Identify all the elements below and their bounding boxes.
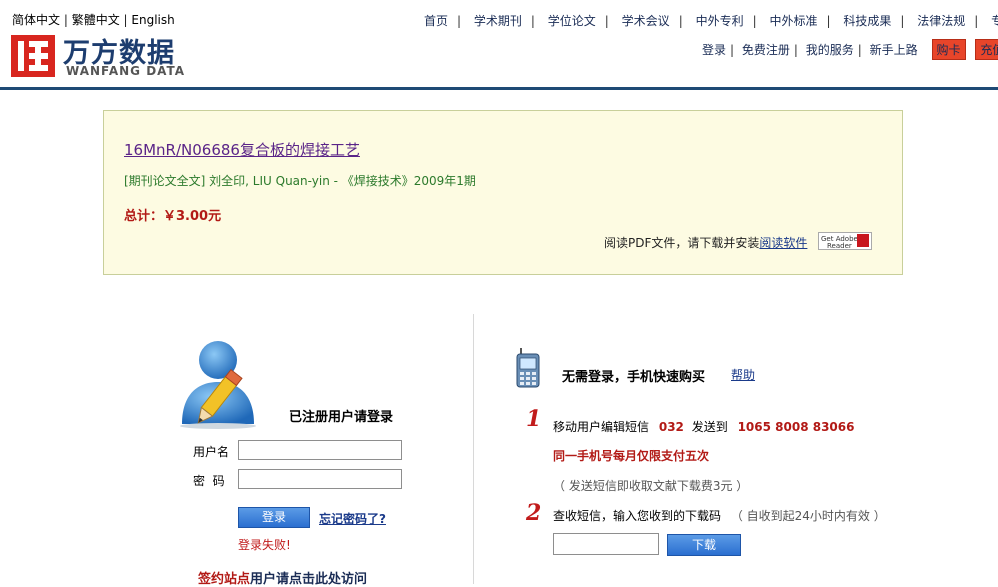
buy-card-button[interactable]: 购卡	[931, 39, 966, 60]
nav-conferences[interactable]: 学术会议	[622, 14, 670, 28]
login-heading: 已注册用户请登录	[289, 410, 394, 425]
nav-theses[interactable]: 学位论文	[548, 14, 596, 28]
nav-laws[interactable]: 法律法规	[917, 14, 965, 28]
wanfang-logo[interactable]: 万方数据 WANFANG DATA	[11, 33, 196, 81]
password-label: 密 码	[193, 474, 225, 488]
logo-english-text: WANFANG DATA	[66, 64, 186, 78]
column-divider	[473, 314, 474, 584]
lang-traditional[interactable]: 繁體中文	[72, 13, 120, 27]
login-button[interactable]: 登录	[238, 507, 310, 528]
header-divider	[0, 87, 998, 90]
download-code-input[interactable]	[553, 533, 659, 555]
step-1-number: 1	[526, 406, 542, 432]
username-input[interactable]	[238, 440, 402, 460]
article-meta: [期刊论文全文] 刘全印, LIU Quan-yin - 《焊接技术》2009年…	[124, 174, 476, 188]
order-summary-box: 16MnR/N06686复合板的焊接工艺 [期刊论文全文] 刘全印, LIU Q…	[103, 110, 903, 275]
nav-home[interactable]: 首页	[424, 14, 448, 28]
pdf-reader-hint: 阅读PDF文件，请下载并安装阅读软件	[604, 234, 807, 251]
sms-phone-number: 1065 8008 83066	[737, 420, 855, 434]
step-1-text-a: 移动用户编辑短信	[553, 420, 650, 434]
lang-simplified[interactable]: 简体中文	[12, 13, 60, 27]
nav-topics[interactable]: 专题	[991, 14, 998, 28]
help-link[interactable]: 帮助	[731, 366, 755, 383]
login-link[interactable]: 登录	[702, 43, 726, 57]
nav-patents[interactable]: 中外专利	[696, 14, 744, 28]
sms-code: 032	[658, 420, 684, 434]
recharge-button[interactable]: 充值	[975, 39, 998, 60]
language-bar: 简体中文 | 繁體中文 | English	[12, 11, 175, 28]
step-2-number: 2	[526, 500, 542, 526]
nav-journals[interactable]: 学术期刊	[474, 14, 522, 28]
mobile-phone-icon	[516, 348, 540, 388]
step-2-text: 查收短信，输入您收到的下载码	[553, 509, 722, 523]
sms-fee-note: （ 发送短信即收取文献下载费3元 ）	[553, 479, 749, 493]
step-2-instruction: 查收短信，输入您收到的下载码 （ 自收到起24小时内有效 ）	[553, 507, 886, 524]
user-pencil-icon	[180, 341, 256, 429]
password-input[interactable]	[238, 469, 402, 489]
contract-site-rest-text: 用户请点击此处访问	[250, 572, 368, 587]
user-navigation: 登录| 免费注册| 我的服务| 新手上路 购卡 充值	[702, 39, 998, 60]
adobe-badge-line2: Reader	[827, 242, 852, 250]
step-1-instruction: 移动用户编辑短信 032 发送到 1065 8008 83066	[553, 418, 854, 435]
reader-software-link[interactable]: 阅读软件	[759, 236, 807, 250]
separator: |	[63, 13, 72, 27]
order-total: 总计：￥3.00元	[124, 209, 222, 224]
username-label: 用户名	[193, 445, 230, 459]
adobe-logo-icon	[857, 234, 869, 247]
article-title-link[interactable]: 16MnR/N06686复合板的焊接工艺	[124, 139, 360, 160]
register-link[interactable]: 免费注册	[742, 43, 790, 57]
sms-purchase-heading: 无需登录，手机快速购买	[562, 370, 706, 385]
step-1-text-b: 发送到	[691, 420, 728, 434]
step-2-validity-note: （ 自收到起24小时内有效 ）	[730, 509, 886, 523]
login-fail-message: 登录失败!	[238, 538, 291, 552]
contract-site-red-text: 签约站点	[198, 572, 251, 587]
contract-site-link[interactable]: 签约站点用户请点击此处访问	[198, 568, 367, 587]
nav-standards[interactable]: 中外标准	[769, 14, 817, 28]
top-navigation: 首页 | 学术期刊 | 学位论文 | 学术会议 | 中外专利 | 中外标准 | 科技成果 | …	[424, 12, 998, 29]
pdf-hint-text: 阅读PDF文件，请下载并安装	[604, 236, 760, 250]
lang-english[interactable]: English	[131, 13, 174, 27]
my-services-link[interactable]: 我的服务	[806, 43, 854, 57]
monthly-limit-notice: 同一手机号每月仅限支付五次	[553, 449, 710, 463]
logo-mark-icon	[11, 35, 55, 77]
download-button[interactable]: 下载	[667, 534, 741, 556]
adobe-reader-badge[interactable]: Get Adobe Reader	[818, 232, 872, 250]
forgot-password-link[interactable]: 忘记密码了?	[319, 510, 386, 527]
newbie-guide-link[interactable]: 新手上路	[870, 43, 918, 57]
nav-achievements[interactable]: 科技成果	[843, 14, 891, 28]
